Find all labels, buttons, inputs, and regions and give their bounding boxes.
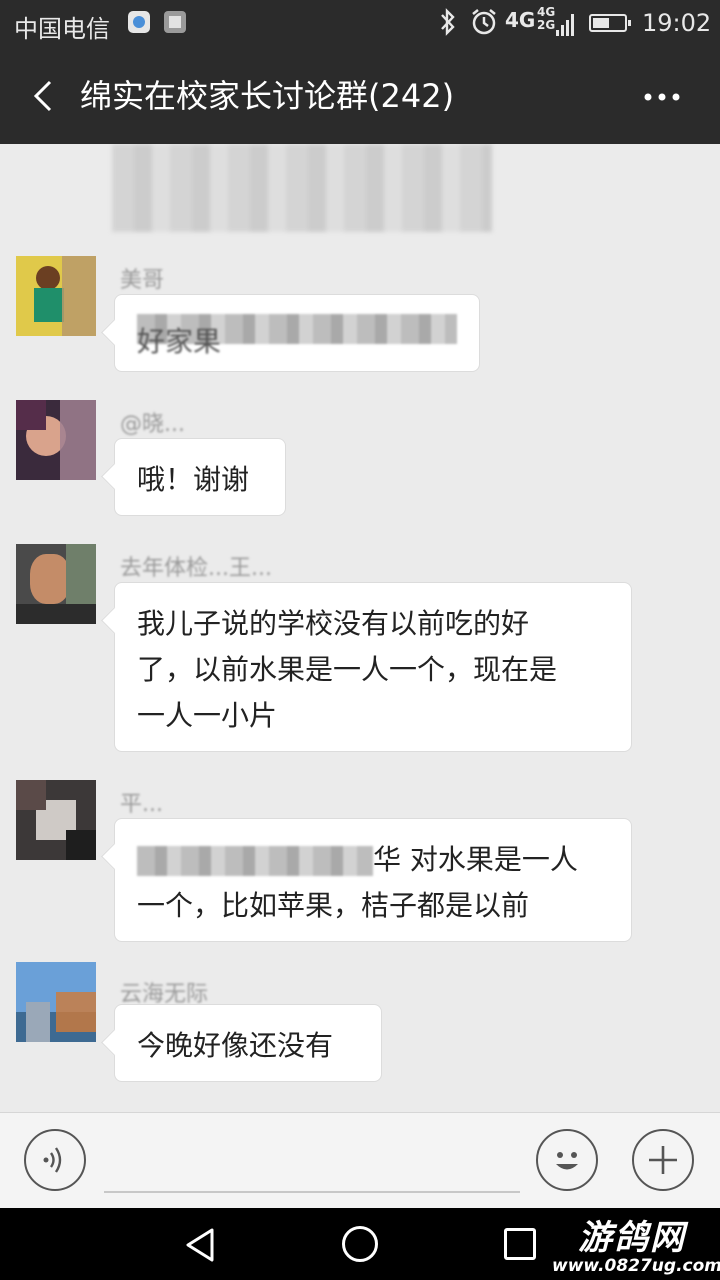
sender-name: 去年体检...王... (120, 556, 272, 581)
message-input[interactable] (104, 1191, 520, 1193)
avatar[interactable] (16, 400, 96, 480)
sender-name: 平... (120, 792, 163, 817)
message-bubble[interactable]: 好家果 (114, 294, 480, 372)
nav-recent-icon[interactable] (504, 1228, 536, 1260)
emoji-icon[interactable] (536, 1129, 598, 1191)
nav-back-icon[interactable] (182, 1226, 220, 1264)
blurred-image-message[interactable] (112, 144, 492, 232)
status-bar: 中国电信 4G 4G 2G 19:02 (0, 0, 720, 48)
plus-icon[interactable] (632, 1129, 694, 1191)
watermark-url: www.0827ug.com (552, 1256, 720, 1276)
sender-name: 美哥 (120, 268, 165, 293)
nav-home-icon[interactable] (342, 1226, 378, 1262)
chat-header: 绵实在校家长讨论群(242) (0, 48, 720, 144)
message-text: 好家果 (137, 325, 222, 358)
message-line: 一人一小片 (137, 699, 278, 732)
message-line: 我儿子说的学校没有以前吃的好 (137, 607, 530, 640)
chat-title: 绵实在校家长讨论群(242) (80, 77, 455, 115)
message-text: 华 对水果是一人 (373, 843, 578, 876)
signal-icon (556, 12, 578, 36)
network-sub-label: 4G 2G (537, 6, 555, 32)
system-nav-bar: 游鸽网 www.0827ug.com (0, 1208, 720, 1280)
chevron-left-icon[interactable] (26, 76, 66, 116)
message-bubble[interactable]: 我儿子说的学校没有以前吃的好 了，以前水果是一人一个，现在是 一人一小片 (114, 582, 632, 752)
message-bubble[interactable]: 哦！谢谢 (114, 438, 286, 516)
message-text: 今晚好像还没有 (137, 1029, 334, 1062)
network-sub-top: 4G (537, 5, 556, 19)
battery-icon (589, 14, 631, 32)
sender-name: @晓... (120, 412, 185, 437)
bluetooth-icon (438, 8, 458, 42)
more-dots-icon[interactable] (642, 82, 682, 112)
alarm-icon (470, 8, 498, 42)
carrier-label: 中国电信 (14, 15, 110, 43)
notification-app-icon (128, 11, 150, 33)
message-line: 一个，比如苹果，桔子都是以前 (137, 889, 530, 922)
message-line: 华 对水果是一人 (137, 837, 609, 883)
notification-image-icon (164, 11, 186, 33)
message-bubble[interactable]: 华 对水果是一人 一个，比如苹果，桔子都是以前 (114, 818, 632, 942)
watermark-title: 游鸽网 (578, 1218, 686, 1258)
message-bubble[interactable]: 今晚好像还没有 (114, 1004, 382, 1082)
input-bar (0, 1112, 720, 1209)
network-sub-bottom: 2G (537, 18, 556, 32)
avatar[interactable] (16, 780, 96, 860)
network-type-label: 4G (505, 8, 536, 32)
message-list[interactable]: 美哥 好家果 @晓... 哦！谢谢 去年体检...王... 我儿子说的学校没有以… (0, 144, 720, 1112)
message-line: 了，以前水果是一人一个，现在是 (137, 653, 558, 686)
avatar[interactable] (16, 256, 96, 336)
avatar[interactable] (16, 962, 96, 1042)
message-text: 哦！谢谢 (137, 463, 250, 496)
voice-icon[interactable] (24, 1129, 86, 1191)
clock: 19:02 (642, 9, 712, 37)
avatar[interactable] (16, 544, 96, 624)
